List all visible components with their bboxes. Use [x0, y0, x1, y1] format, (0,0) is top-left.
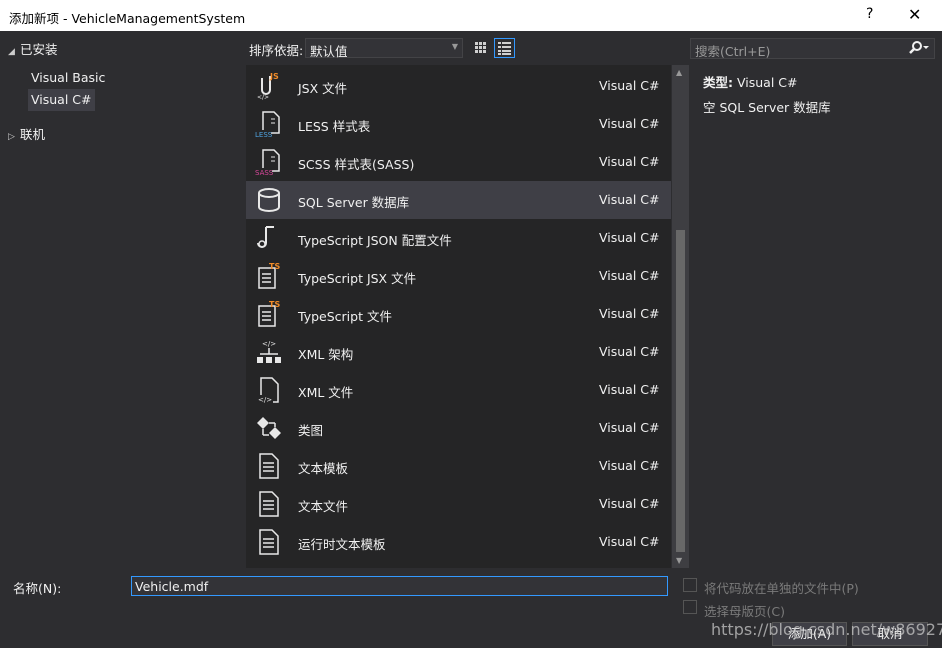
text-template-icon — [259, 453, 279, 479]
template-name: 文本文件 — [298, 499, 349, 514]
template-type: Visual C# — [599, 230, 660, 245]
list-view-button[interactable] — [494, 38, 515, 58]
template-type: Visual C# — [599, 344, 660, 359]
json-config-icon — [257, 226, 274, 248]
search-box[interactable]: 搜索(Ctrl+E) — [690, 38, 935, 59]
master-page-checkbox[interactable] — [683, 600, 697, 614]
template-name: LESS 样式表 — [298, 119, 371, 134]
grid-view-icon — [475, 42, 486, 53]
database-icon — [258, 188, 280, 212]
separate-file-label: 将代码放在单独的文件中(P) — [704, 581, 859, 596]
xml-schema-icon: </> — [257, 340, 281, 363]
ts-jsx-file-icon: TS — [258, 262, 280, 289]
text-file-icon — [259, 491, 279, 517]
scroll-thumb[interactable] — [676, 230, 685, 552]
template-type: Visual C# — [599, 534, 660, 549]
template-name: TypeScript 文件 — [298, 309, 392, 324]
detail-type-label: 类型: — [703, 75, 733, 90]
svg-text:TS: TS — [269, 262, 280, 271]
svg-text:SASS: SASS — [255, 169, 274, 177]
svg-text:</>: </> — [257, 94, 269, 101]
template-name: JSX 文件 — [298, 81, 348, 96]
template-type: Visual C# — [599, 306, 660, 321]
window-title: 添加新项 - VehicleManagementSystem — [9, 11, 246, 26]
separate-file-checkbox[interactable] — [683, 578, 697, 592]
sort-dropdown[interactable]: 默认值 ▼ — [305, 38, 463, 59]
sort-label: 排序依据: — [249, 43, 304, 58]
template-name: TypeScript JSX 文件 — [298, 271, 417, 286]
runtime-template-icon — [259, 529, 279, 555]
svg-text:LESS: LESS — [255, 131, 273, 139]
template-type: Visual C# — [599, 116, 660, 131]
search-placeholder: 搜索(Ctrl+E) — [695, 44, 771, 59]
template-tree: ◢ 已安装 Visual Basic Visual C# ▷ 联机 — [0, 31, 245, 568]
search-icon[interactable] — [908, 40, 930, 59]
chevron-down-icon: ▼ — [451, 42, 458, 51]
tree-node-online[interactable]: ▷ 联机 — [8, 124, 45, 143]
tree-item-visual-csharp[interactable]: Visual C# — [28, 89, 95, 111]
template-item[interactable]: TS TypeScript 文件 Visual C# — [246, 295, 671, 333]
template-item[interactable]: 类图 Visual C# — [246, 409, 671, 447]
svg-text:</>: </> — [262, 340, 276, 348]
ts-file-icon: TS — [258, 300, 280, 327]
svg-text:TS: TS — [269, 300, 280, 309]
template-item[interactable]: 文本文件 Visual C# — [246, 485, 671, 523]
list-scrollbar[interactable]: ▲ ▼ — [672, 65, 689, 568]
scroll-down-icon[interactable]: ▼ — [676, 556, 682, 565]
template-name: XML 架构 — [298, 347, 354, 362]
less-file-icon: LESS — [255, 111, 280, 139]
title-bar: 添加新项 - VehicleManagementSystem ? ✕ — [0, 0, 942, 31]
xml-file-icon: </> — [257, 377, 279, 404]
template-type: Visual C# — [599, 420, 660, 435]
template-name: 运行时文本模板 — [298, 537, 386, 552]
scroll-up-icon[interactable]: ▲ — [676, 68, 682, 77]
expanded-arrow-icon: ◢ — [8, 47, 15, 57]
template-item[interactable]: TS TypeScript JSX 文件 Visual C# — [246, 257, 671, 295]
template-item[interactable]: SASS SCSS 样式表(SASS) Visual C# — [246, 143, 671, 181]
add-button[interactable]: 添加(A) — [772, 622, 847, 646]
tree-item-visual-basic[interactable]: Visual Basic — [28, 67, 108, 89]
collapsed-arrow-icon: ▷ — [8, 132, 15, 142]
class-diagram-icon — [257, 417, 281, 439]
tree-node-installed[interactable]: ◢ 已安装 — [8, 39, 58, 58]
template-type: Visual C# — [599, 192, 660, 207]
sort-value: 默认值 — [310, 44, 348, 59]
name-label: 名称(N): — [13, 581, 62, 596]
close-button[interactable]: ✕ — [908, 5, 921, 24]
detail-type: 类型: Visual C# — [703, 72, 797, 91]
template-list: JS </> JSX 文件 Visual C# LESS LESS 样式表 Vi… — [246, 65, 671, 568]
cancel-button[interactable]: 取消 — [852, 622, 928, 646]
jsx-file-icon: JS </> — [257, 72, 279, 101]
master-page-label: 选择母版页(C) — [704, 604, 785, 619]
template-type: Visual C# — [599, 78, 660, 93]
template-item[interactable]: </> XML 架构 Visual C# — [246, 333, 671, 371]
template-type: Visual C# — [599, 268, 660, 283]
name-input[interactable] — [131, 576, 668, 596]
help-button[interactable]: ? — [866, 6, 873, 22]
scss-file-icon: SASS — [255, 149, 280, 177]
template-name: XML 文件 — [298, 385, 354, 400]
template-type: Visual C# — [599, 382, 660, 397]
detail-type-value: Visual C# — [736, 75, 798, 90]
template-name: SCSS 样式表(SASS) — [298, 157, 415, 172]
template-name: 类图 — [298, 423, 324, 438]
template-item[interactable]: JS </> JSX 文件 Visual C# — [246, 67, 671, 105]
template-type: Visual C# — [599, 458, 660, 473]
template-item[interactable]: TypeScript JSON 配置文件 Visual C# — [246, 219, 671, 257]
detail-description: 空 SQL Server 数据库 — [703, 100, 831, 115]
list-view-icon — [498, 42, 511, 55]
svg-text:JS: JS — [269, 72, 279, 81]
template-type: Visual C# — [599, 496, 660, 511]
template-item[interactable]: 运行时文本模板 Visual C# — [246, 523, 671, 561]
template-item[interactable]: LESS LESS 样式表 Visual C# — [246, 105, 671, 143]
template-name: 文本模板 — [298, 461, 349, 476]
svg-text:</>: </> — [258, 396, 272, 404]
template-type: Visual C# — [599, 154, 660, 169]
template-item[interactable]: </> XML 文件 Visual C# — [246, 371, 671, 409]
template-name: TypeScript JSON 配置文件 — [298, 233, 452, 248]
grid-view-button[interactable] — [470, 38, 491, 58]
template-name: SQL Server 数据库 — [298, 195, 410, 210]
template-item-selected[interactable]: SQL Server 数据库 Visual C# — [246, 181, 671, 219]
template-item[interactable]: 文本模板 Visual C# — [246, 447, 671, 485]
